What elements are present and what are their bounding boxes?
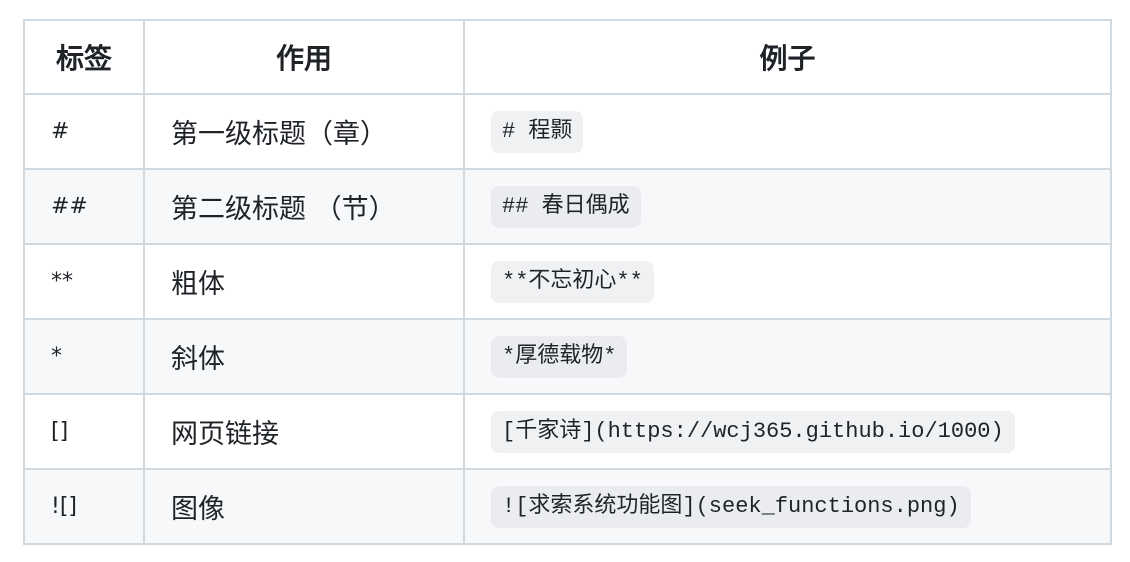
purpose-cell: 第二级标题 （节） — [143, 168, 465, 245]
purpose-cell: 斜体 — [143, 318, 465, 395]
example-cell: [千家诗](https://wcj365.github.io/1000) — [463, 393, 1112, 470]
header-example: 例子 — [463, 19, 1112, 95]
tag-cell: ![] — [23, 468, 145, 545]
example-cell: **不忘初心** — [463, 243, 1112, 320]
tag-cell: ## — [23, 168, 145, 245]
markdown-syntax-table: 标签 作用 例子 # 第一级标题（章） # 程颢 ## 第二级标题 （节） ## 春日偶成… — [23, 19, 1112, 545]
tag-cell: * — [23, 318, 145, 395]
example-code: [千家诗](https://wcj365.github.io/1000) — [491, 410, 1015, 453]
example-cell: *厚德载物* — [463, 318, 1112, 395]
table-row: ![] 图像 ![求索系统功能图](seek_functions.png) — [23, 468, 1112, 545]
example-code: ![求索系统功能图](seek_functions.png) — [491, 485, 971, 528]
example-code: # 程颢 — [491, 110, 584, 153]
purpose-cell: 粗体 — [143, 243, 465, 320]
tag-cell: ** — [23, 243, 145, 320]
tag-cell: [] — [23, 393, 145, 470]
table-row: ** 粗体 **不忘初心** — [23, 243, 1112, 320]
table-row: [] 网页链接 [千家诗](https://wcj365.github.io/100… — [23, 393, 1112, 470]
purpose-cell: 网页链接 — [143, 393, 465, 470]
example-code: ## 春日偶成 — [491, 185, 641, 228]
example-code: *厚德载物* — [491, 335, 628, 378]
header-purpose: 作用 — [143, 19, 465, 95]
table-header-row: 标签 作用 例子 — [23, 19, 1112, 95]
example-cell: ![求索系统功能图](seek_functions.png) — [463, 468, 1112, 545]
example-code: **不忘初心** — [491, 260, 654, 303]
tag-cell: # — [23, 93, 145, 170]
purpose-cell: 第一级标题（章） — [143, 93, 465, 170]
example-cell: ## 春日偶成 — [463, 168, 1112, 245]
table-row: * 斜体 *厚德载物* — [23, 318, 1112, 395]
purpose-cell: 图像 — [143, 468, 465, 545]
header-tag: 标签 — [23, 19, 145, 95]
example-cell: # 程颢 — [463, 93, 1112, 170]
table-row: ## 第二级标题 （节） ## 春日偶成 — [23, 168, 1112, 245]
table-row: # 第一级标题（章） # 程颢 — [23, 93, 1112, 170]
